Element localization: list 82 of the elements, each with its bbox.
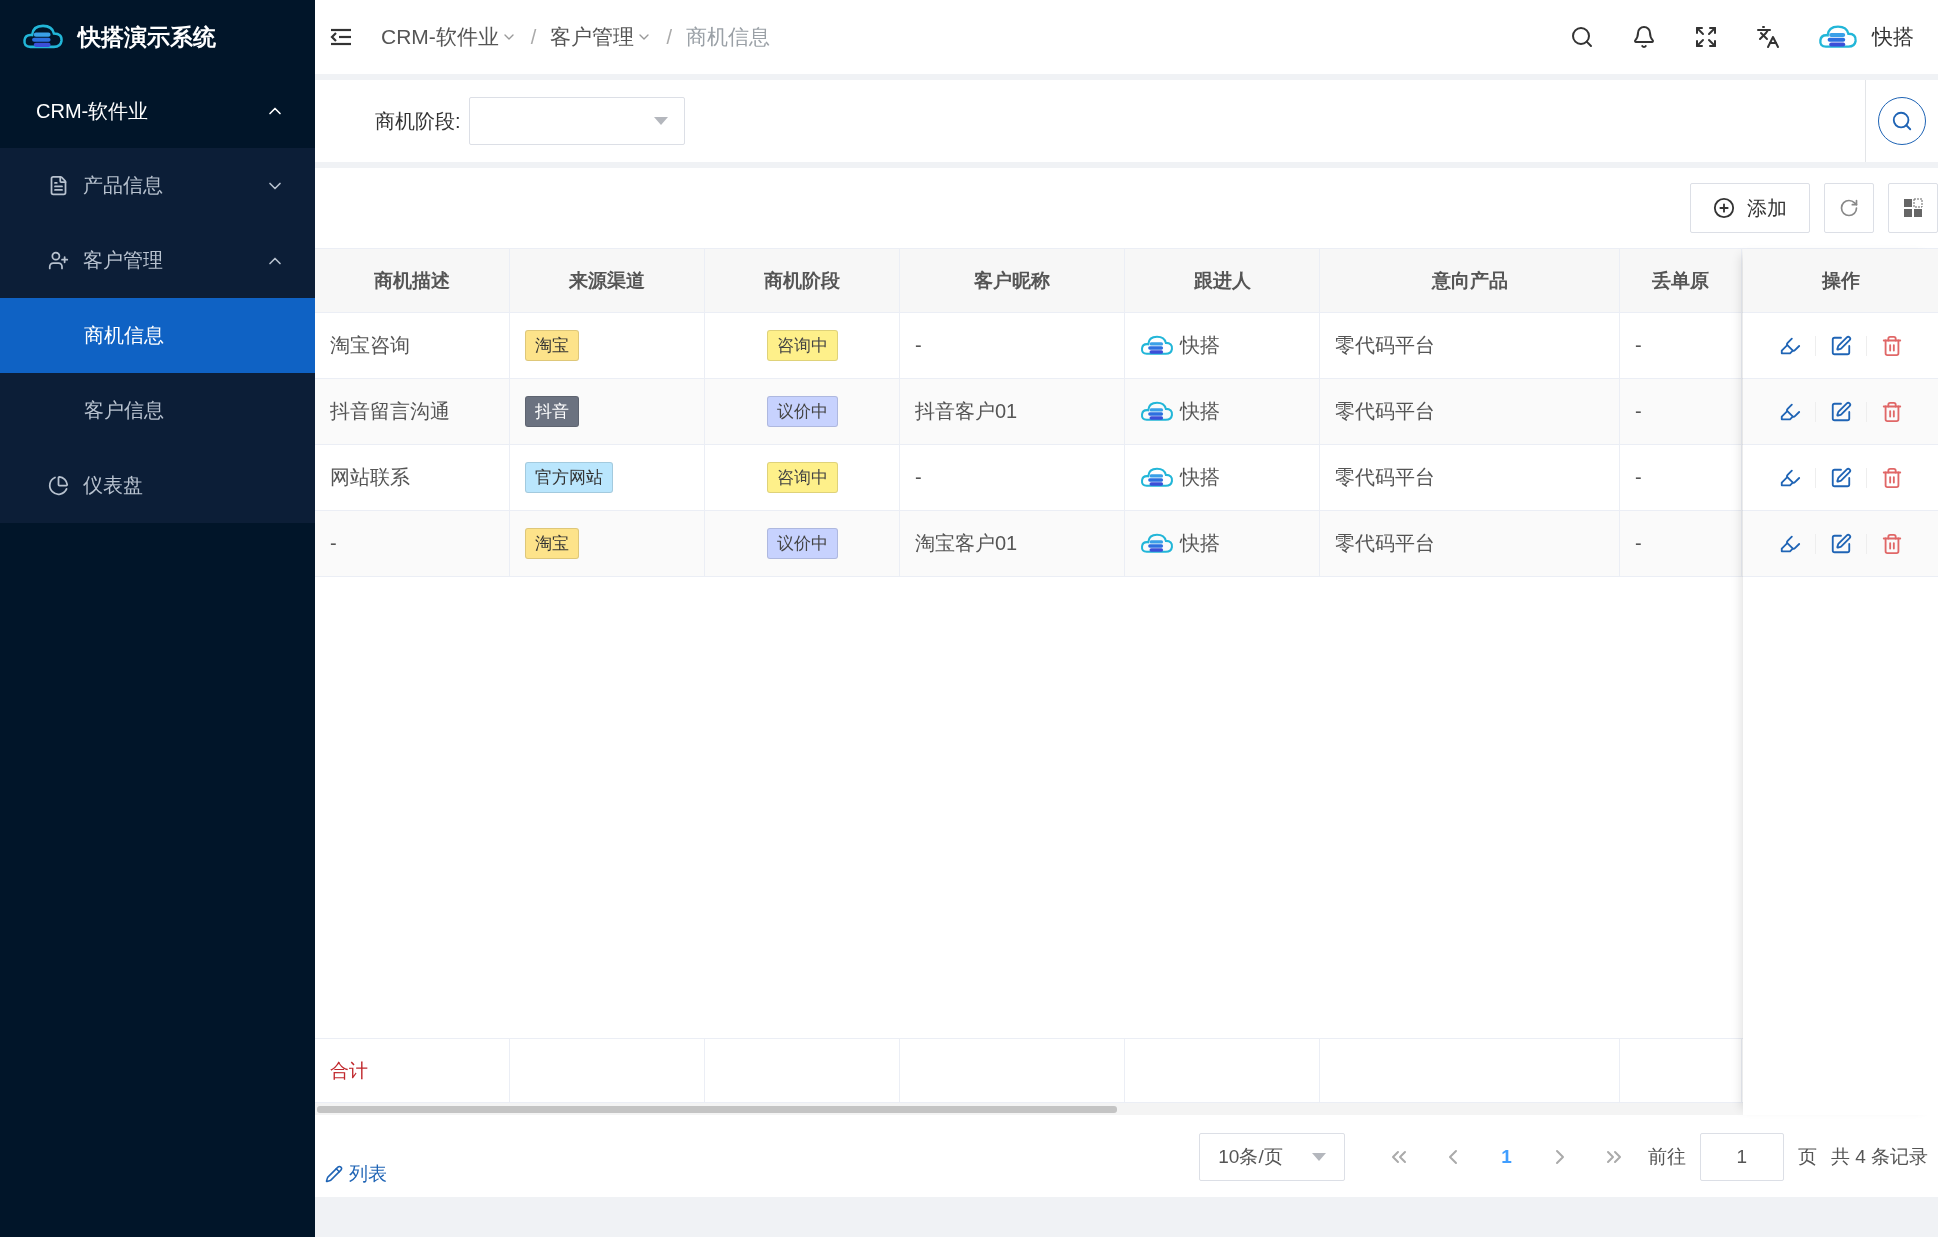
follower-name: 快搭 (1180, 333, 1220, 358)
breadcrumb-item[interactable]: CRM-软件业 (381, 23, 517, 51)
translate-icon[interactable] (1756, 25, 1780, 49)
goto-label: 前往 (1647, 1145, 1686, 1169)
menu-item[interactable]: 产品信息 (0, 148, 315, 223)
table-cell: 抖音客户01 (900, 379, 1125, 444)
trash-icon[interactable] (1880, 532, 1903, 555)
column-header: 丢单原 (1620, 249, 1742, 312)
table-cell: 淘宝客户01 (900, 511, 1125, 576)
source-tag: 官方网站 (525, 462, 613, 493)
menu-item[interactable]: 客户信息 (0, 373, 315, 448)
stage-tag: 咨询中 (766, 330, 838, 361)
table-cell: 抖音留言沟通 (315, 379, 510, 444)
trash-icon[interactable] (1880, 400, 1903, 423)
bell-icon[interactable] (1632, 25, 1656, 49)
source-tag: 抖音 (525, 396, 579, 427)
stage-tag: 议价中 (766, 528, 838, 559)
filter-label: 商机阶段: (375, 108, 461, 134)
breadcrumb-separator: / (666, 25, 672, 49)
summary-label: 合计 (330, 1058, 368, 1083)
document-icon (48, 175, 69, 196)
breadcrumb-item[interactable]: 客户管理 (550, 23, 653, 51)
stage-tag: 咨询中 (766, 462, 838, 493)
scrollbar-thumb[interactable] (317, 1106, 1117, 1113)
table-cell: 网站联系 (315, 445, 510, 510)
source-tag: 淘宝 (525, 528, 579, 559)
table-cell: - (900, 445, 1125, 510)
table-cell: - (1620, 445, 1742, 510)
app-title: 快搭演示系统 (78, 22, 216, 52)
follower-name: 快搭 (1180, 531, 1220, 556)
refresh-icon (1839, 198, 1859, 218)
edit-icon[interactable] (1829, 400, 1852, 423)
refresh-button[interactable] (1824, 183, 1874, 233)
pie-chart-icon (48, 475, 69, 496)
pencil-icon (325, 1165, 343, 1183)
menu-icon[interactable] (329, 27, 353, 47)
search-icon[interactable] (1570, 25, 1594, 49)
total-count: 共 4 条记录 (1830, 1145, 1928, 1169)
column-header: 客户昵称 (900, 249, 1125, 312)
source-tag: 淘宝 (525, 330, 579, 361)
search-icon (1891, 110, 1913, 132)
table-cell: - (315, 511, 510, 576)
edit-icon[interactable] (1829, 466, 1852, 489)
stage-tag: 议价中 (766, 396, 838, 427)
page-size-select[interactable]: 10条/页 (1199, 1133, 1346, 1181)
edit-icon[interactable] (1829, 532, 1852, 555)
column-header: 意向产品 (1320, 249, 1620, 312)
column-header: 商机描述 (315, 249, 510, 312)
trash-icon[interactable] (1880, 334, 1903, 357)
table-cell: - (1620, 511, 1742, 576)
fullscreen-icon[interactable] (1694, 25, 1718, 49)
edit-icon[interactable] (1829, 334, 1852, 357)
user-name[interactable]: 快搭 (1872, 23, 1914, 51)
columns-button[interactable] (1888, 183, 1938, 233)
table-cell: - (1620, 379, 1742, 444)
table-cell: 零代码平台 (1320, 511, 1620, 576)
menu-group[interactable]: CRM-软件业 (0, 74, 315, 148)
column-header: 跟进人 (1125, 249, 1320, 312)
follower-name: 快搭 (1180, 399, 1220, 424)
menu-item[interactable]: 商机信息 (0, 298, 315, 373)
page-input[interactable]: 1 (1699, 1133, 1784, 1181)
column-header: 来源渠道 (510, 249, 705, 312)
plus-circle-icon (1713, 197, 1735, 219)
menu-item[interactable]: 客户管理 (0, 223, 315, 298)
add-button[interactable]: 添加 (1690, 183, 1810, 233)
page-unit: 页 (1797, 1145, 1817, 1169)
table-cell: 淘宝咨询 (315, 313, 510, 378)
search-button[interactable] (1878, 97, 1926, 145)
table-cell: - (1620, 313, 1742, 378)
list-link[interactable]: 列表 (325, 1161, 387, 1187)
column-header: 商机阶段 (705, 249, 900, 312)
grid-icon (1903, 198, 1923, 218)
trash-icon[interactable] (1880, 466, 1903, 489)
user-plus-icon (48, 250, 69, 271)
table-cell: 零代码平台 (1320, 445, 1620, 510)
table-cell: 零代码平台 (1320, 313, 1620, 378)
menu-item[interactable]: 仪表盘 (0, 448, 315, 523)
breadcrumb-separator: / (530, 25, 537, 49)
column-header: 操作 (1743, 249, 1938, 313)
follower-name: 快搭 (1180, 465, 1220, 490)
table-cell: - (900, 313, 1125, 378)
table-cell: 零代码平台 (1320, 379, 1620, 444)
